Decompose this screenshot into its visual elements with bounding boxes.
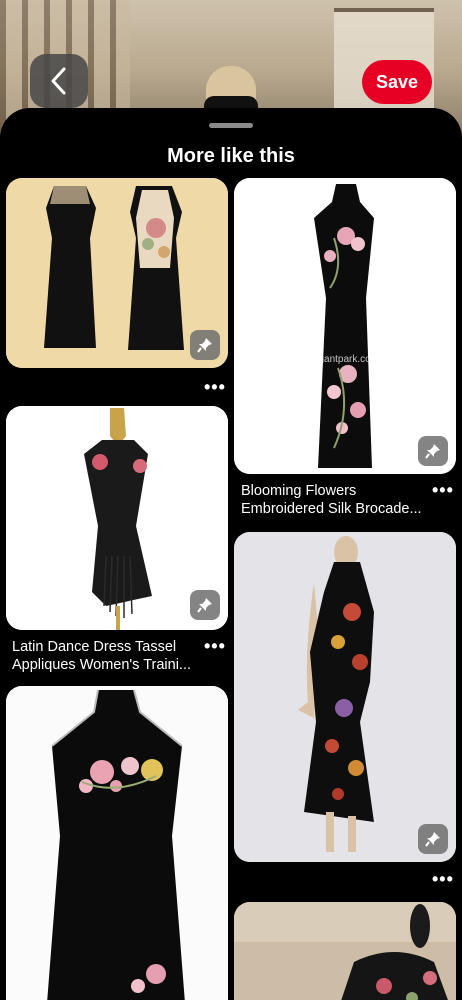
pin-caption-line: Appliques Women's Traini...	[12, 657, 191, 673]
pin-image	[234, 902, 456, 1000]
more-like-this-sheet: More like this ••• Elegantpark.com Bloom…	[0, 108, 462, 1000]
pin-caption[interactable]: Latin Dance Dress Tassel Appliques Women…	[12, 638, 202, 674]
back-button[interactable]	[30, 54, 88, 108]
pin-save-icon[interactable]	[418, 436, 448, 466]
more-dots-icon[interactable]: •••	[432, 870, 454, 888]
save-button[interactable]: Save	[362, 60, 432, 104]
pin-save-icon[interactable]	[190, 330, 220, 360]
back-arrow-icon	[51, 67, 66, 95]
pin-caption-line: Latin Dance Dress Tassel	[12, 639, 177, 655]
pin-card[interactable]	[6, 686, 228, 1000]
pin-caption-line: Embroidered Silk Brocade...	[241, 501, 422, 517]
pin-card[interactable]	[6, 178, 228, 368]
pin-save-icon[interactable]	[418, 824, 448, 854]
pin-caption[interactable]: Blooming Flowers Embroidered Silk Brocad…	[241, 482, 431, 518]
pin-save-icon[interactable]	[190, 590, 220, 620]
more-dots-icon[interactable]: •••	[204, 378, 226, 396]
pin-card[interactable]	[234, 902, 456, 1000]
pin-watermark: Elegantpark.com	[304, 354, 380, 365]
pin-image	[6, 686, 228, 1000]
pin-card[interactable]: Elegantpark.com	[234, 178, 456, 474]
pin-caption-line: Blooming Flowers	[241, 483, 357, 499]
pin-image	[234, 532, 456, 862]
pin-card[interactable]	[6, 406, 228, 630]
pin-card[interactable]	[234, 532, 456, 862]
sheet-title: More like this	[167, 145, 295, 167]
more-dots-icon[interactable]: •••	[204, 637, 226, 655]
pin-image	[234, 178, 456, 474]
sheet-grabber[interactable]	[209, 123, 253, 128]
more-dots-icon[interactable]: •••	[432, 481, 454, 499]
